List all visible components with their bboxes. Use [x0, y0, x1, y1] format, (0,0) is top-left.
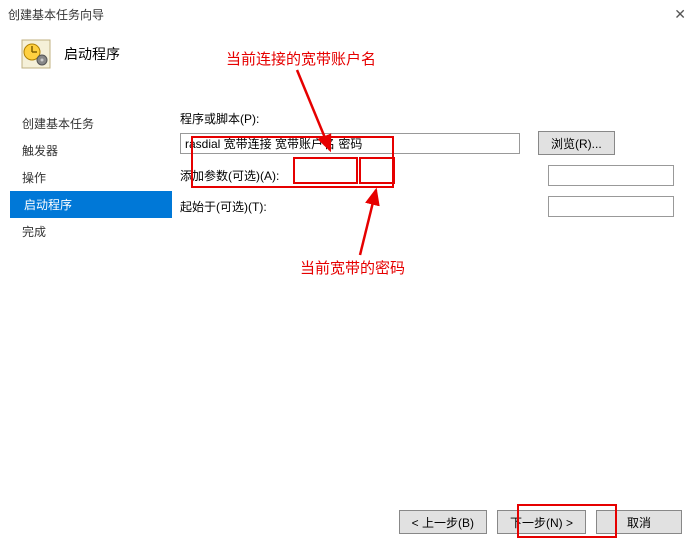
sidebar-item-finish[interactable]: 完成: [18, 218, 180, 245]
args-label: 添加参数(可选)(A):: [180, 167, 348, 184]
clock-gear-icon: [20, 38, 52, 70]
browse-button[interactable]: 浏览(R)...: [538, 131, 615, 155]
startin-label: 起始于(可选)(T):: [180, 198, 348, 215]
program-script-label: 程序或脚本(P):: [180, 110, 280, 127]
wizard-sidebar: 创建基本任务 触发器 操作 启动程序 完成: [0, 110, 180, 480]
next-button[interactable]: 下一步(N) >: [497, 510, 586, 534]
main-area: 创建基本任务 触发器 操作 启动程序 完成 程序或脚本(P): 浏览(R)...…: [0, 80, 698, 480]
sidebar-item-trigger[interactable]: 触发器: [18, 137, 180, 164]
back-button[interactable]: < 上一步(B): [399, 510, 487, 534]
page-title: 启动程序: [64, 44, 120, 64]
cancel-button[interactable]: 取消: [596, 510, 682, 534]
sidebar-item-action[interactable]: 操作: [18, 164, 180, 191]
close-icon[interactable]: ✕: [674, 6, 686, 23]
wizard-footer: < 上一步(B) 下一步(N) > 取消: [399, 510, 682, 534]
startin-input[interactable]: [548, 196, 674, 217]
window-title: 创建基本任务向导: [8, 6, 104, 23]
titlebar: 创建基本任务向导 ✕: [0, 0, 698, 28]
sidebar-item-create[interactable]: 创建基本任务: [18, 110, 180, 137]
content-pane: 程序或脚本(P): 浏览(R)... 添加参数(可选)(A): 起始于(可选)(…: [180, 110, 698, 480]
program-input[interactable]: [180, 133, 520, 154]
wizard-header: 启动程序: [0, 28, 698, 80]
sidebar-item-start-program[interactable]: 启动程序: [10, 191, 172, 218]
args-input[interactable]: [548, 165, 674, 186]
